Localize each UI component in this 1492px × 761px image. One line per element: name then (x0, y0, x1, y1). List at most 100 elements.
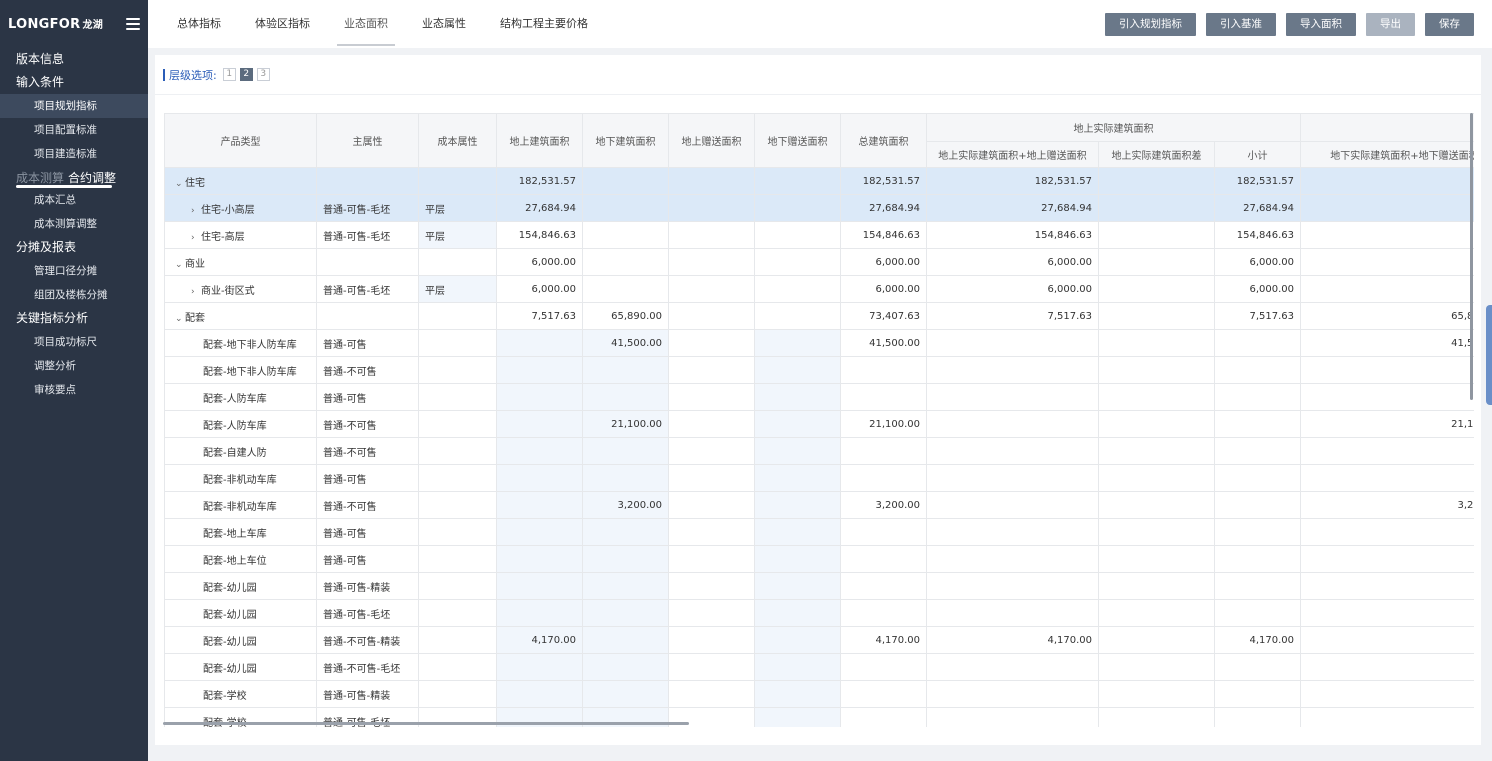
nav-item2-1-1[interactable]: 调整分析 (0, 354, 148, 378)
side-drawer-handle[interactable] (1486, 305, 1492, 405)
cell-main[interactable]: 普通-不可售-毛坯 (316, 653, 419, 681)
cell-main[interactable]: 普通-可售-毛坯 (316, 599, 419, 627)
cell-s2[interactable] (1098, 302, 1215, 330)
nav-item2-0-0[interactable]: 管理口径分摊 (0, 259, 148, 283)
cell-agift[interactable] (668, 491, 755, 519)
cell-s4[interactable] (1300, 707, 1474, 727)
cell-bgift[interactable] (754, 302, 841, 330)
cell-main[interactable]: 普通-不可售 (316, 491, 419, 519)
cell-bgift[interactable] (754, 194, 841, 222)
cell-main[interactable]: 普通-可售 (316, 329, 419, 357)
cell-cost[interactable] (418, 680, 497, 708)
cell-cost[interactable]: 平层 (418, 194, 497, 222)
cell-total[interactable] (840, 572, 927, 600)
cell-below[interactable] (582, 275, 669, 303)
cell-s1[interactable]: 7,517.63 (926, 302, 1099, 330)
cell-product-type[interactable]: › 住宅-高层 (164, 221, 317, 249)
cell-s3[interactable]: 7,517.63 (1214, 302, 1301, 330)
cell-below[interactable] (582, 545, 669, 573)
cell-s1[interactable] (926, 383, 1099, 411)
cell-total[interactable]: 182,531.57 (840, 167, 927, 195)
cell-s3[interactable] (1214, 356, 1301, 384)
cell-above[interactable]: 7,517.63 (496, 302, 583, 330)
cell-above[interactable] (496, 410, 583, 438)
cell-s2[interactable] (1098, 680, 1215, 708)
cell-s3[interactable] (1214, 707, 1301, 727)
cell-total[interactable]: 4,170.00 (840, 626, 927, 654)
cell-s2[interactable] (1098, 383, 1215, 411)
expand-chevron-icon[interactable]: › (191, 287, 201, 297)
cell-total[interactable] (840, 356, 927, 384)
table-row[interactable]: › 住宅-高层 普通-可售-毛坯 平层 154,846.63 154,846.63 154,… (164, 221, 1474, 249)
cell-product-type[interactable]: › 住宅-小高层 (164, 194, 317, 222)
vertical-scrollbar[interactable] (1470, 113, 1473, 400)
cell-above[interactable] (496, 329, 583, 357)
cell-s3[interactable]: 182,531.57 (1214, 167, 1301, 195)
cell-s2[interactable] (1098, 275, 1215, 303)
cell-s1[interactable] (926, 356, 1099, 384)
cell-cost[interactable] (418, 302, 497, 330)
cell-s1[interactable] (926, 545, 1099, 573)
table-row[interactable]: 配套-幼儿园 普通-可售-精装 (164, 572, 1474, 600)
table-row[interactable]: › 商业-街区式 普通-可售-毛坯 平层 6,000.00 6,000.00 6,000.0… (164, 275, 1474, 303)
cell-agift[interactable] (668, 248, 755, 276)
cell-total[interactable]: 73,407.63 (840, 302, 927, 330)
action-button-3[interactable]: 导出 (1366, 13, 1415, 36)
cell-s4[interactable] (1300, 248, 1474, 276)
cell-main[interactable] (316, 302, 419, 330)
cell-s3[interactable] (1214, 491, 1301, 519)
cell-below[interactable] (582, 248, 669, 276)
cell-product-type[interactable]: 配套-地上车位 (164, 545, 317, 573)
cell-bgift[interactable] (754, 167, 841, 195)
cell-above[interactable] (496, 383, 583, 411)
cell-cost[interactable] (418, 653, 497, 681)
cell-bgift[interactable] (754, 221, 841, 249)
cell-below[interactable]: 21,100.00 (582, 410, 669, 438)
cell-s1[interactable]: 154,846.63 (926, 221, 1099, 249)
cell-s4[interactable] (1300, 194, 1474, 222)
tab-3[interactable]: 业态属性 (405, 0, 483, 48)
cell-agift[interactable] (668, 680, 755, 708)
cell-below[interactable]: 3,200.00 (582, 491, 669, 519)
cell-total[interactable] (840, 599, 927, 627)
table-row[interactable]: 配套-人防车库 普通-不可售 21,100.00 21,100.00 21,100.00 (164, 410, 1474, 438)
cell-total[interactable]: 154,846.63 (840, 221, 927, 249)
cell-below[interactable] (582, 383, 669, 411)
cell-below[interactable] (582, 626, 669, 654)
cell-below[interactable] (582, 167, 669, 195)
cell-cost[interactable] (418, 599, 497, 627)
cell-main[interactable]: 普通-不可售-精装 (316, 626, 419, 654)
cell-below[interactable] (582, 518, 669, 546)
cell-above[interactable] (496, 545, 583, 573)
cell-s4[interactable] (1300, 437, 1474, 465)
cell-total[interactable] (840, 383, 927, 411)
cell-s1[interactable]: 182,531.57 (926, 167, 1099, 195)
cell-s1[interactable]: 4,170.00 (926, 626, 1099, 654)
cell-product-type[interactable]: › 商业-街区式 (164, 275, 317, 303)
cell-s4[interactable] (1300, 464, 1474, 492)
level-option-3[interactable]: 3 (256, 68, 270, 81)
cell-s3[interactable] (1214, 464, 1301, 492)
cell-above[interactable] (496, 491, 583, 519)
cell-cost[interactable] (418, 383, 497, 411)
cell-product-type[interactable]: 配套-地上车库 (164, 518, 317, 546)
cell-bgift[interactable] (754, 518, 841, 546)
cell-total[interactable]: 3,200.00 (840, 491, 927, 519)
cell-s4[interactable] (1300, 599, 1474, 627)
tab-2[interactable]: 业态面积 (327, 0, 405, 48)
cell-s2[interactable] (1098, 599, 1215, 627)
cell-bgift[interactable] (754, 599, 841, 627)
table-row[interactable]: 配套-地下非人防车库 普通-不可售 (164, 356, 1474, 384)
cell-cost[interactable]: 平层 (418, 275, 497, 303)
cell-main[interactable] (316, 167, 419, 195)
cell-s4[interactable] (1300, 545, 1474, 573)
cell-s3[interactable] (1214, 653, 1301, 681)
cell-below[interactable] (582, 221, 669, 249)
cell-s1[interactable] (926, 680, 1099, 708)
nav-item-1-2[interactable]: 项目建造标准 (0, 142, 148, 166)
cell-cost[interactable] (418, 491, 497, 519)
cell-s3[interactable] (1214, 518, 1301, 546)
cell-bgift[interactable] (754, 626, 841, 654)
expand-chevron-icon[interactable]: › (191, 233, 201, 243)
cell-s2[interactable] (1098, 626, 1215, 654)
